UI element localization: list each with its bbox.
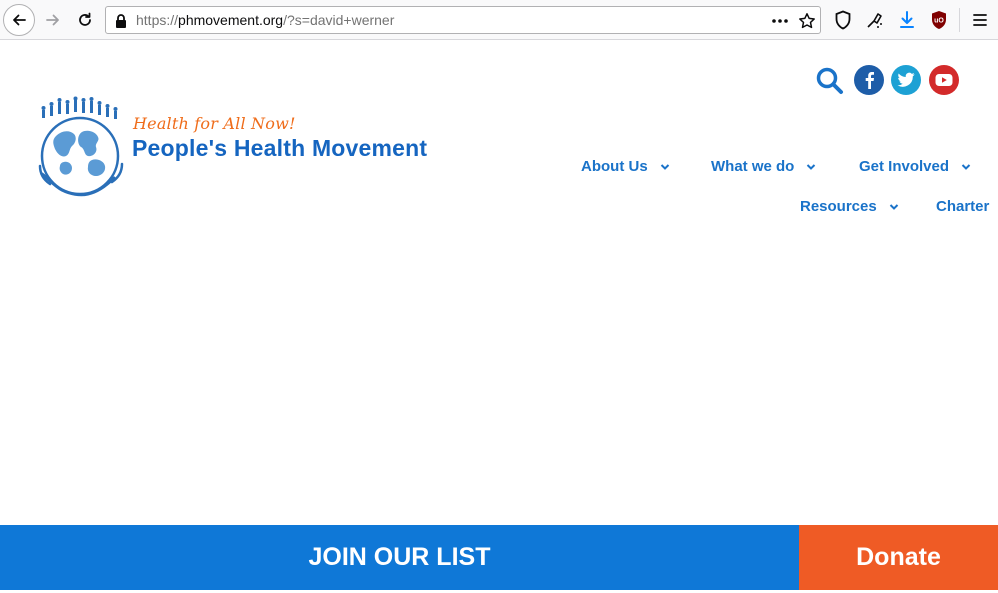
chevron-down-icon [807,163,816,170]
reload-button[interactable] [69,4,101,36]
url-path: /?s=david+werner [283,12,395,28]
nav-about-us[interactable]: About Us [581,158,670,175]
ublock-icon[interactable]: uO [929,10,949,30]
tracking-shield-icon[interactable] [833,10,853,30]
browser-toolbar: https://phmovement.org/?s=david+werner u… [0,0,998,40]
svg-text:uO: uO [934,18,944,25]
extension-broom-icon[interactable] [865,10,885,30]
download-icon[interactable] [897,10,917,30]
lock-icon [116,14,126,28]
bookmark-star-icon[interactable] [798,12,816,30]
search-icon[interactable] [814,65,844,95]
chevron-down-icon [889,203,898,210]
back-button[interactable] [3,4,35,36]
nav-what-we-do[interactable]: What we do [711,158,816,175]
nav-label: Resources [800,198,877,215]
back-arrow-icon [13,14,26,26]
nav-label: About Us [581,158,648,175]
url-text: https://phmovement.org/?s=david+werner [136,12,394,28]
facebook-icon[interactable] [854,65,884,95]
nav-charter[interactable]: Charter [936,198,989,215]
url-prefix: https:// [136,12,179,28]
donate-button[interactable]: Donate [799,525,998,590]
reload-icon [79,12,91,26]
nav-label: Charter [936,198,990,215]
toolbar-separator [959,8,960,32]
nav-get-involved[interactable]: Get Involved [859,158,971,175]
forward-button[interactable] [37,4,69,36]
youtube-icon[interactable] [929,65,959,95]
forward-arrow-icon [46,14,59,26]
twitter-icon[interactable] [891,65,921,95]
nav-resources[interactable]: Resources [800,198,899,215]
site-tagline: Health for All Now! [133,114,296,133]
nav-label: Get Involved [859,158,950,175]
url-host: phmovement.org [178,12,284,28]
more-actions-icon[interactable] [770,12,790,30]
url-bar[interactable]: https://phmovement.org/?s=david+werner [105,6,821,34]
site-title[interactable]: People's Health Movement [132,135,427,162]
chevron-down-icon [660,163,669,170]
nav-label: What we do [711,158,795,175]
join-our-list-button[interactable]: JOIN OUR LIST [0,525,799,590]
chevron-down-icon [961,163,971,170]
hamburger-menu-icon[interactable] [970,10,990,30]
phm-globe-logo[interactable] [34,96,128,204]
